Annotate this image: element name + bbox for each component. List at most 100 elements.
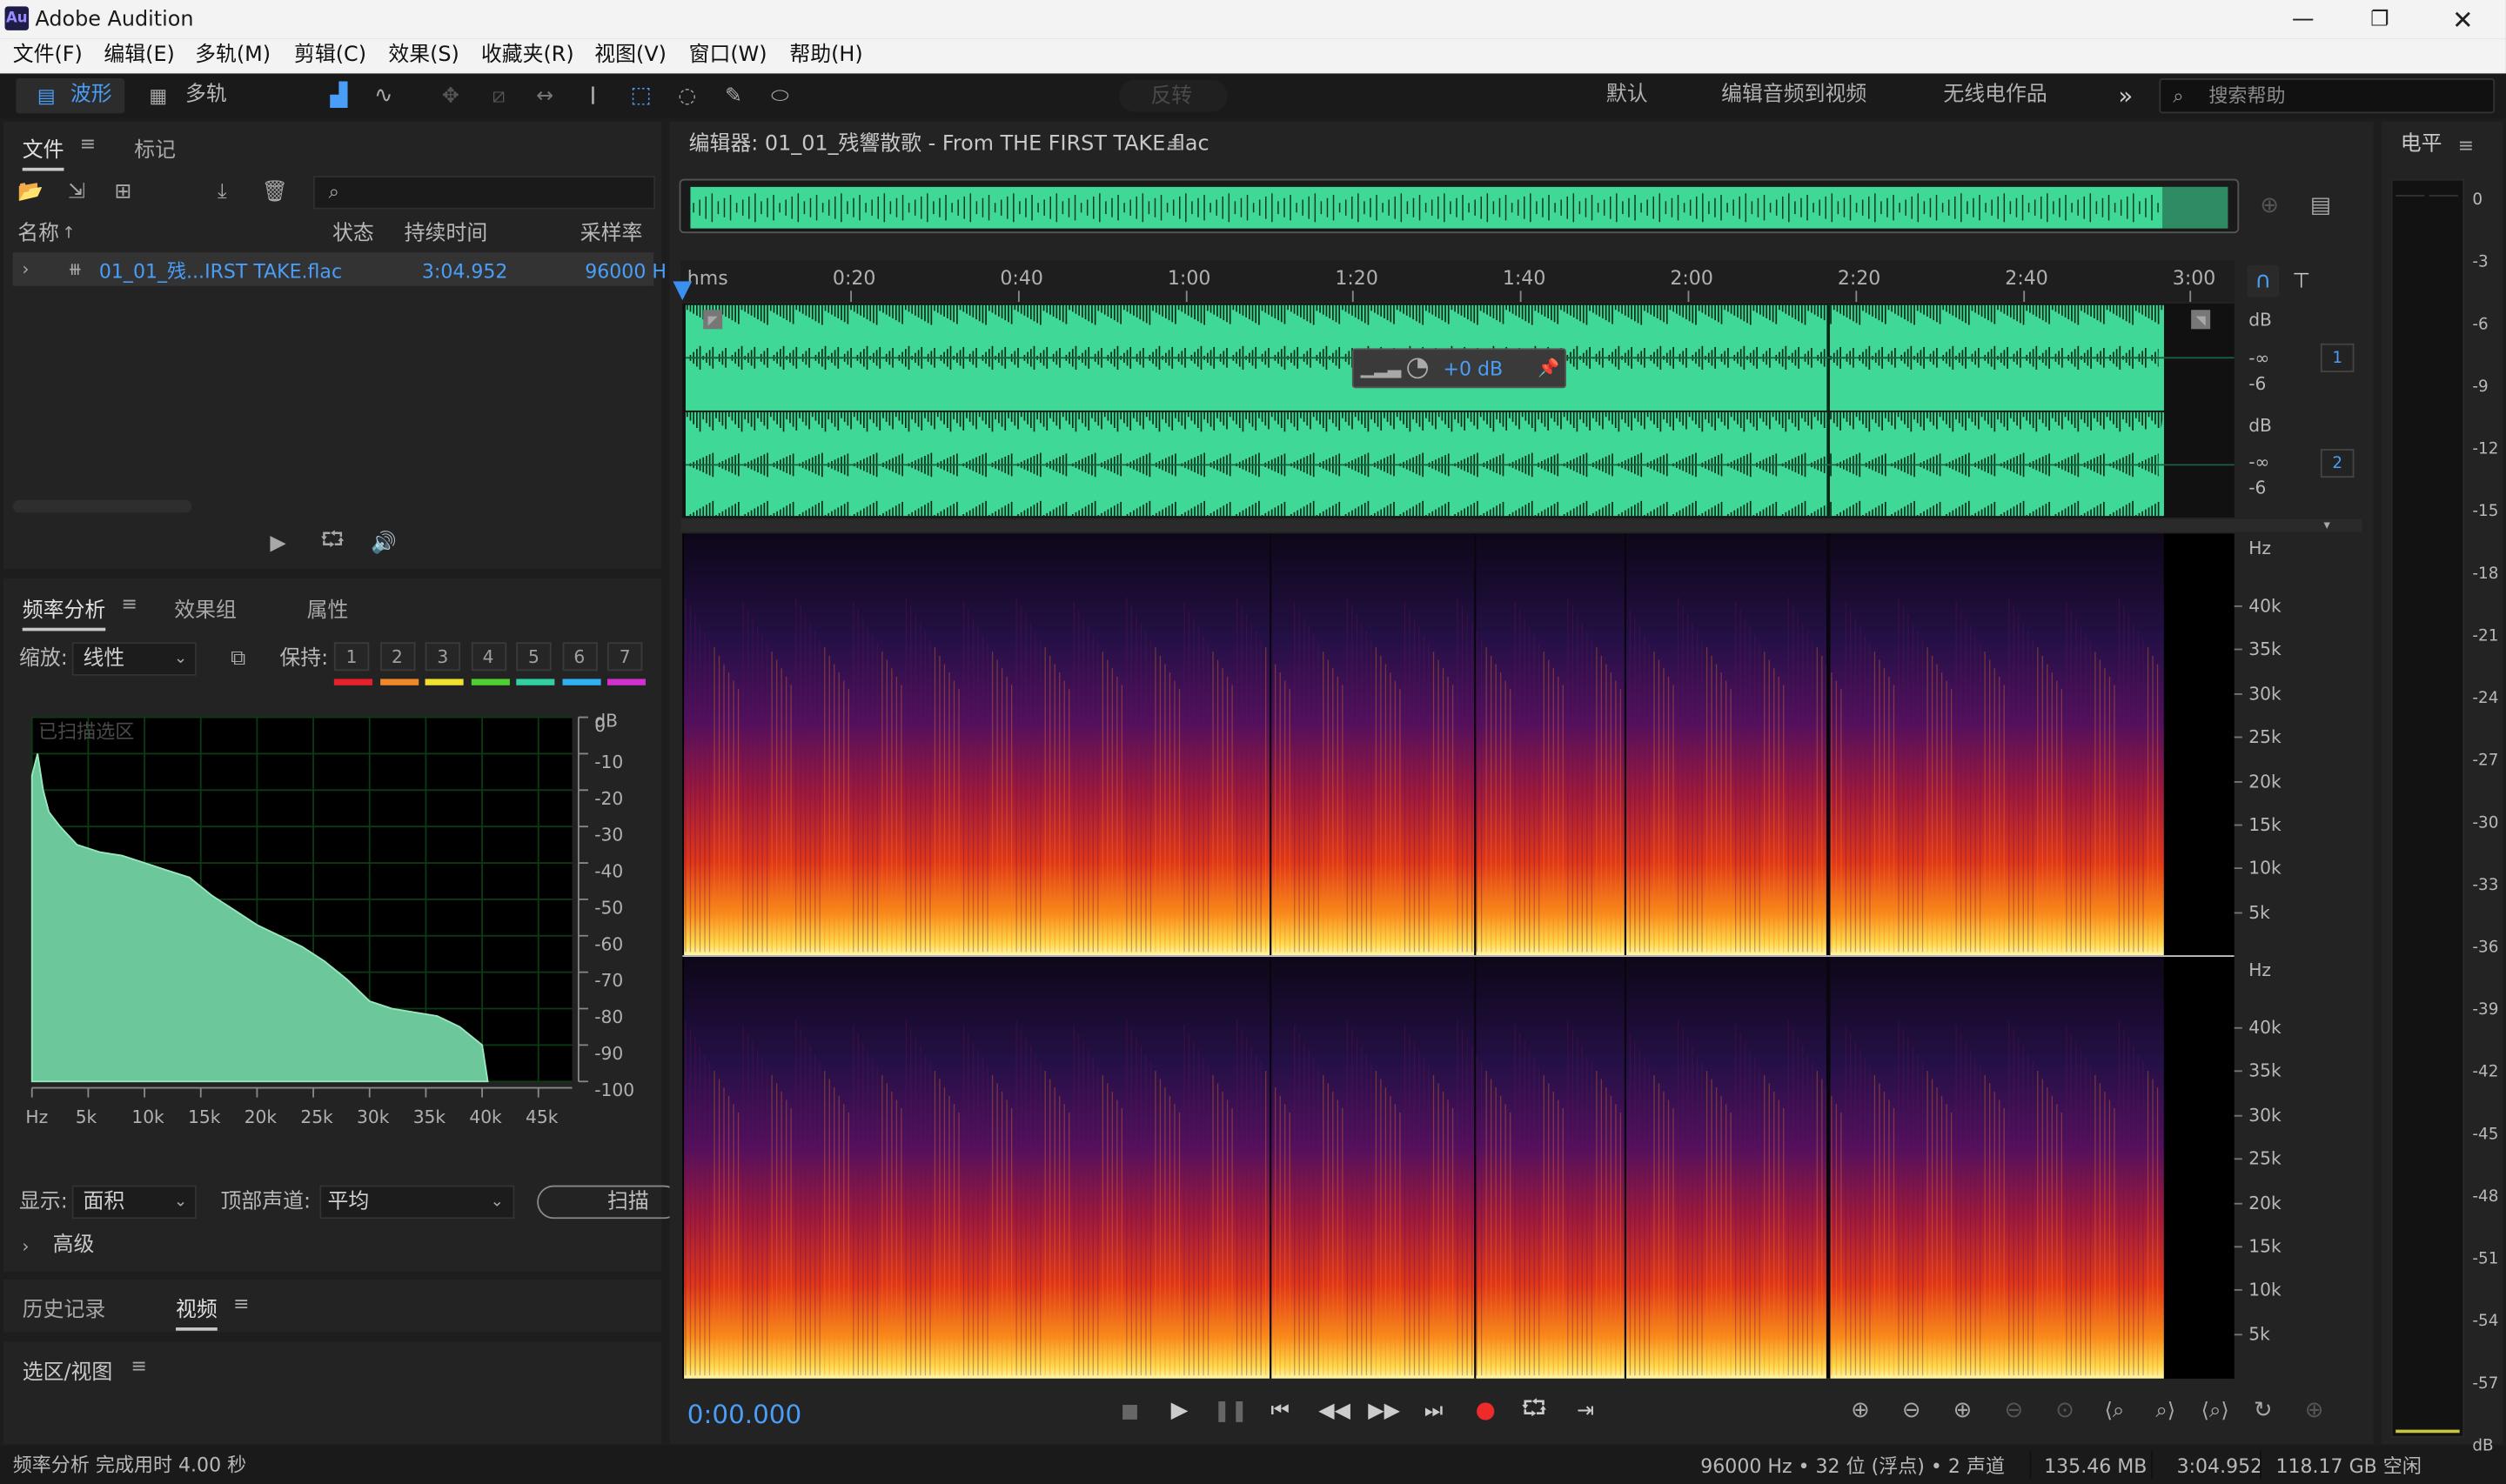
panel-menu-icon[interactable]: ≡	[77, 131, 99, 157]
multitrack-view-button[interactable]: 多轨	[185, 84, 227, 105]
fade-out-handle-icon[interactable]: ◥	[2191, 310, 2211, 330]
skip-start-icon[interactable]: ⏮	[1266, 1396, 1295, 1425]
open-folder-icon[interactable]: 📂	[16, 177, 44, 206]
play-icon[interactable]: ▶	[1165, 1396, 1194, 1425]
zoom-out-amplitude-icon[interactable]: ⊖	[1895, 1396, 1927, 1425]
menu-multitrack[interactable]: 多轨(M)	[195, 44, 271, 65]
advanced-toggle[interactable]: 高级	[53, 1235, 95, 1256]
hold-button-6[interactable]: 6	[561, 642, 598, 672]
channel-2-toggle[interactable]: 2	[2320, 449, 2355, 478]
new-file-icon[interactable]: ⊞	[105, 177, 140, 206]
hold-button-7[interactable]: 7	[606, 642, 643, 672]
record-icon[interactable]	[1471, 1396, 1499, 1425]
current-time[interactable]: 0:00.000	[687, 1401, 801, 1427]
collapse-arrow-icon[interactable]: ▾	[2317, 516, 2336, 531]
workspace-default[interactable]: 默认	[1606, 84, 1648, 105]
snap-magnet-icon[interactable]: ∩	[2247, 264, 2280, 297]
expand-chevron-icon[interactable]: ›	[16, 1233, 35, 1259]
column-duration[interactable]: 持续时间	[405, 224, 488, 244]
menu-help[interactable]: 帮助(H)	[789, 44, 862, 65]
skip-end-icon[interactable]: ⏭	[1419, 1396, 1448, 1425]
zoom-in-time-icon[interactable]: ⊕	[1947, 1396, 1979, 1425]
lasso-icon[interactable]: ◌	[671, 82, 703, 110]
zoom-out-time-icon[interactable]: ⊖	[1998, 1396, 2030, 1425]
pitch-display-icon[interactable]: ∿	[367, 82, 399, 110]
tab-effects-rack[interactable]: 效果组	[174, 592, 237, 624]
loop-icon[interactable]: ⮔	[1518, 1396, 1551, 1425]
stop-icon[interactable]: ■	[1116, 1396, 1144, 1425]
marker-pin-icon[interactable]: ⊤	[2288, 265, 2314, 297]
razor-tool-icon[interactable]: ⧄	[483, 82, 515, 110]
tab-files[interactable]: 文件	[22, 132, 64, 171]
pause-icon[interactable]: ❚❚	[1213, 1396, 1248, 1425]
fast-forward-icon[interactable]: ▶▶	[1368, 1396, 1400, 1425]
zoom-in-point-icon[interactable]: ⟨⌕	[2097, 1396, 2132, 1425]
menu-clip[interactable]: 剪辑(C)	[294, 44, 366, 65]
files-scrollbar[interactable]	[12, 499, 192, 513]
fade-in-handle-icon[interactable]: ◤	[703, 310, 723, 330]
tab-video[interactable]: 视频	[176, 1293, 218, 1331]
menu-file[interactable]: 文件(F)	[13, 44, 83, 65]
hold-button-2[interactable]: 2	[379, 642, 415, 672]
preview-loop-icon[interactable]: ⮔	[317, 529, 349, 558]
menu-favorites[interactable]: 收藏夹(R)	[481, 44, 574, 65]
overview-bar[interactable]	[679, 178, 2240, 234]
workspace-radio[interactable]: 无线电作品	[1943, 84, 2047, 105]
menu-window[interactable]: 窗口(W)	[689, 44, 767, 65]
editor-menu-icon[interactable]: ≡	[1163, 132, 1186, 157]
scan-selection-icon[interactable]: ⧉	[224, 644, 252, 672]
zoom-in-amplitude-icon[interactable]: ⊕	[1845, 1396, 1877, 1425]
tab-history[interactable]: 历史记录	[23, 1293, 106, 1323]
hold-button-1[interactable]: 1	[333, 642, 370, 672]
gain-knob-icon[interactable]: ◔	[1400, 351, 1435, 384]
preview-volume-icon[interactable]: 🔊	[366, 529, 401, 558]
minimize-icon[interactable]: —	[2279, 3, 2327, 36]
zoom-full-icon[interactable]: ⊙	[2049, 1396, 2081, 1425]
menu-edit[interactable]: 编辑(E)	[104, 44, 174, 65]
column-name[interactable]: 名称	[17, 224, 59, 244]
restore-icon[interactable]: ❐	[2355, 3, 2403, 36]
slip-tool-icon[interactable]: ↔	[529, 82, 561, 110]
time-ruler[interactable]	[680, 260, 2235, 303]
zoom-track-icon[interactable]: ⊕	[2298, 1396, 2330, 1425]
close-icon[interactable]: ✕	[2439, 3, 2487, 36]
pin-icon[interactable]: 📌	[1538, 355, 1560, 380]
selection-menu-icon[interactable]: ≡	[128, 1353, 151, 1378]
zoom-to-selection-icon[interactable]: ⊕	[2254, 191, 2286, 220]
menu-view[interactable]: 视图(V)	[594, 44, 667, 65]
more-workspaces-icon[interactable]: »	[2109, 82, 2141, 110]
tab-properties[interactable]: 属性	[307, 592, 349, 624]
hold-button-4[interactable]: 4	[470, 642, 506, 672]
tab-markers[interactable]: 标记	[134, 132, 176, 164]
video-menu-icon[interactable]: ≡	[230, 1291, 252, 1316]
freq-menu-icon[interactable]: ≡	[118, 591, 141, 616]
channel-1-toggle[interactable]: 1	[2320, 343, 2355, 372]
trash-icon[interactable]: 🗑	[260, 177, 289, 206]
expand-chevron-icon[interactable]: ›	[16, 256, 35, 281]
zoom-selection-icon[interactable]: ⟨⌕⟩	[2194, 1396, 2236, 1425]
hold-button-3[interactable]: 3	[425, 642, 460, 672]
split-divider[interactable]	[680, 518, 2362, 532]
column-status[interactable]: 状态	[332, 224, 374, 244]
spot-healing-icon[interactable]: ⬭	[764, 82, 796, 110]
move-tool-icon[interactable]: ✥	[435, 82, 467, 110]
skip-selection-icon[interactable]: ⇥	[1570, 1396, 1602, 1425]
menu-effects[interactable]: 效果(S)	[388, 44, 459, 65]
zoom-out-point-icon[interactable]: ⌕⟩	[2148, 1396, 2183, 1425]
workspace-edit-video[interactable]: 编辑音频到视频	[1721, 84, 1866, 105]
spectral-display[interactable]	[682, 533, 2235, 1379]
level-menu-icon[interactable]: ≡	[2455, 132, 2477, 157]
time-selection-icon[interactable]: I	[577, 82, 609, 110]
rewind-icon[interactable]: ◀◀	[1318, 1396, 1350, 1425]
marquee-icon[interactable]: ⬚	[625, 82, 657, 110]
tab-selection-view[interactable]: 选区/视图	[23, 1354, 113, 1386]
waveform-display[interactable]	[682, 303, 2235, 518]
insert-icon[interactable]: ⤓	[204, 177, 239, 206]
column-rate[interactable]: 采样率	[580, 224, 643, 244]
zoom-reset-icon[interactable]: ↻	[2247, 1396, 2279, 1425]
display-options-icon[interactable]: ▤	[2305, 191, 2337, 220]
hold-button-5[interactable]: 5	[516, 642, 552, 672]
spectral-display-icon[interactable]: ▟	[323, 82, 355, 110]
tab-frequency-analysis[interactable]: 频率分析	[22, 592, 106, 632]
import-icon[interactable]: ⇲	[63, 177, 91, 206]
